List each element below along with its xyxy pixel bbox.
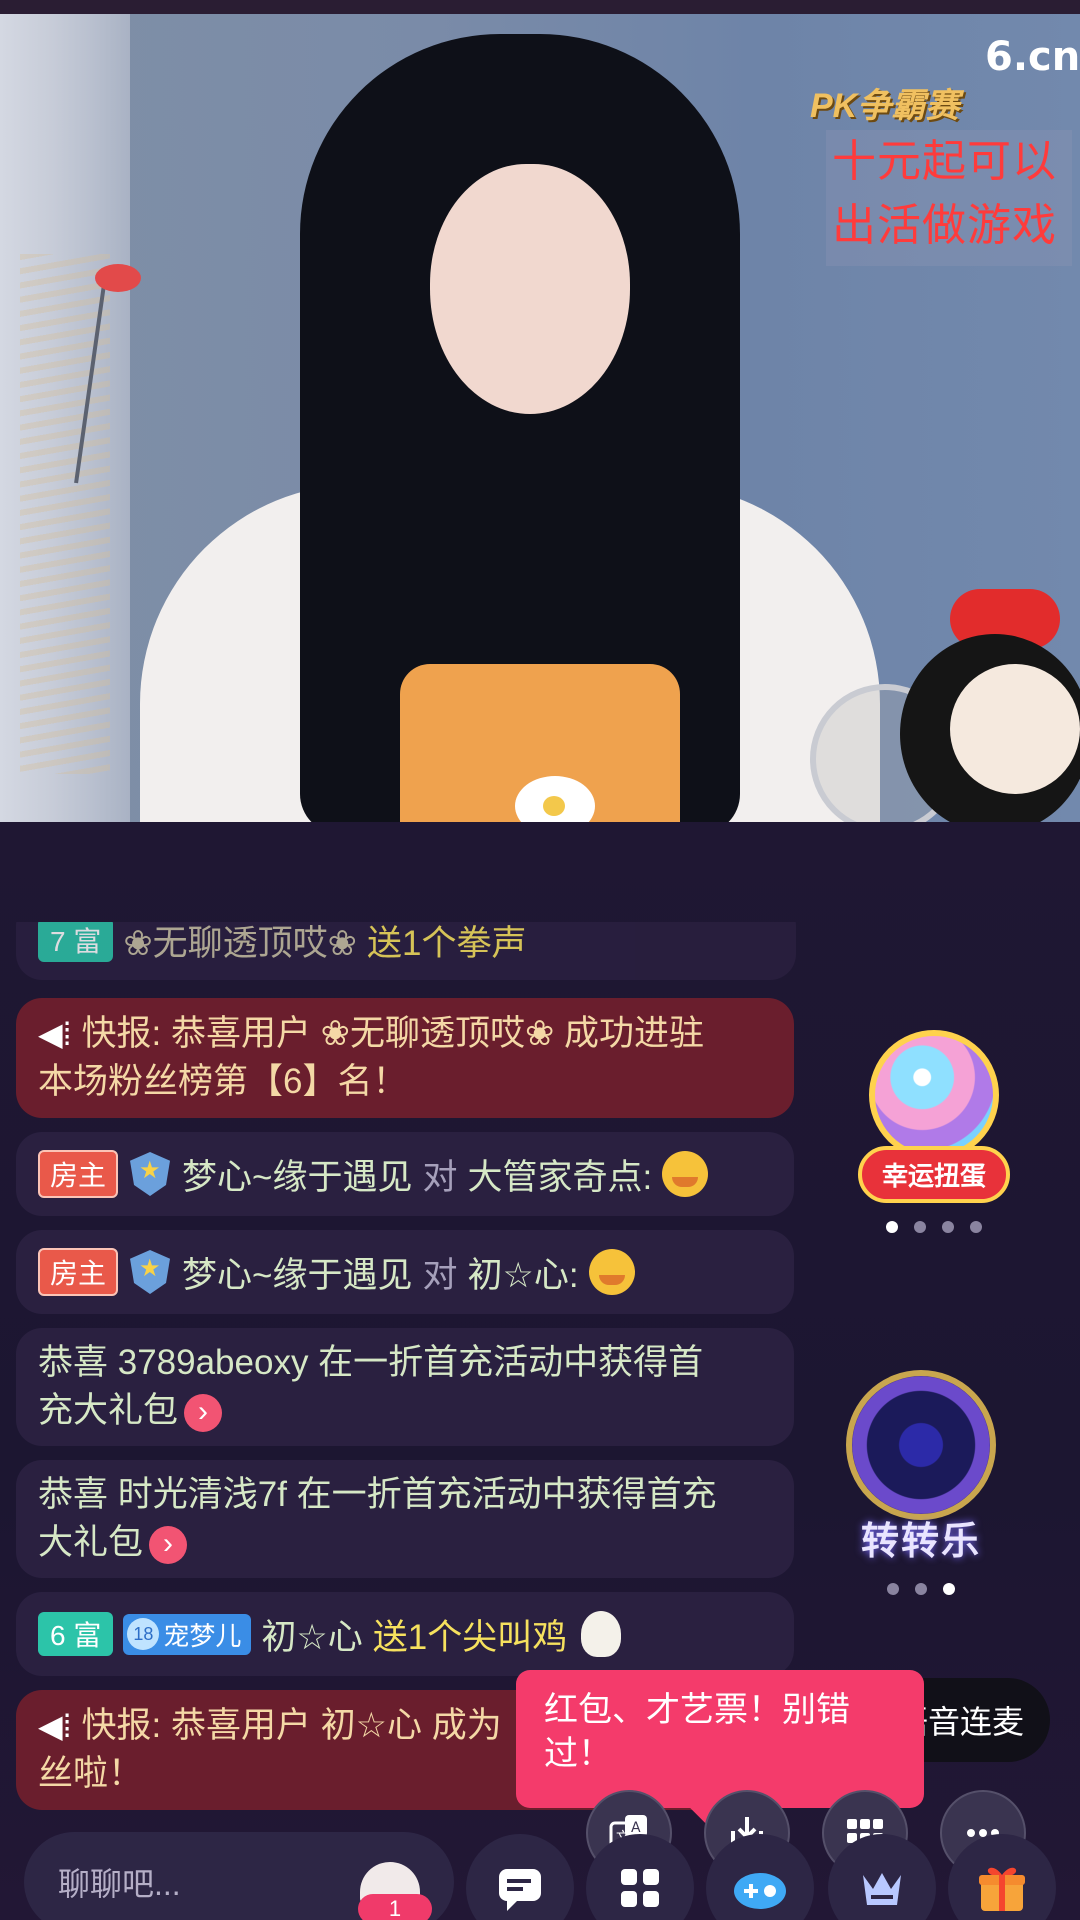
system-line-1: 恭喜 时光清浅7f 在一折首充活动中获得首充	[38, 1475, 717, 1514]
spin-wheel-widget[interactable]: 转转乐	[846, 1370, 996, 1595]
lucky-egg-widget[interactable]: 幸运扭蛋	[858, 1030, 1011, 1233]
host-tag: 房主	[38, 1248, 119, 1296]
faded-text: 送1个拳声	[367, 923, 527, 963]
rich-level-tag: 7 富	[38, 922, 114, 962]
spin-wheel-label: 转转乐	[860, 1521, 981, 1563]
system-line-1: 恭喜 3789abeoxy 在一折首充活动中获得首	[38, 1343, 704, 1382]
carousel-dots	[887, 1583, 955, 1595]
shield-badge-icon	[130, 1152, 171, 1196]
lucky-egg-label: 幸运扭蛋	[858, 1146, 1011, 1203]
live-video[interactable]: 6.cn PK争霸赛 十元起可以 出活做游戏	[0, 14, 1080, 822]
gift-user[interactable]: 初☆心	[261, 1609, 362, 1660]
alert-message: ◀︎⁞ 快报: 恭喜用户 ❀无聊透顶哎❀ 成功进驻 本场粉丝榜第【6】名！	[16, 998, 794, 1118]
chat-connector: 对	[422, 1255, 458, 1295]
gift-text: 送1个尖叫鸡	[372, 1617, 568, 1657]
plush-face	[950, 664, 1080, 794]
shy-emoji-icon	[588, 1249, 635, 1295]
gift-message: 6 富 18 宠梦儿 初☆心 送1个尖叫鸡	[16, 1592, 794, 1676]
chevron-right-icon[interactable]: ›	[149, 1525, 188, 1564]
gashapon-icon	[869, 1030, 999, 1160]
speaker-icon: ◀︎⁞	[38, 1708, 72, 1744]
alert-line-1: 快报: 恭喜用户 初☆心 成为	[81, 1706, 502, 1745]
system-message: 恭喜 时光清浅7f 在一折首充活动中获得首充 大礼包 ›	[16, 1460, 794, 1578]
alert-line-1: 快报: 恭喜用户 ❀无聊透顶哎❀ 成功进驻	[81, 1014, 705, 1053]
chicken-gift-icon	[581, 1611, 622, 1657]
promo-line-1: 十元起可以	[832, 137, 1057, 186]
alert-line-2: 本场粉丝榜第【6】名！	[38, 1062, 408, 1101]
faded-chat-message: 7 富 ❀无聊透顶哎❀ 送1个拳声	[16, 922, 796, 982]
chat-message: 房主 梦心~缘于遇见 对 初☆心:	[16, 1230, 794, 1314]
alert-line-2: 丝啦！	[38, 1754, 144, 1793]
chat-connector: 对	[422, 1157, 458, 1197]
faded-user: ❀无聊透顶哎❀	[123, 923, 358, 963]
system-line-2: 充大礼包	[38, 1391, 179, 1430]
pk-event-banner: PK争霸赛	[810, 87, 960, 125]
spin-wheel-icon	[846, 1370, 996, 1520]
chat-message: 房主 梦心~缘于遇见 对 大管家奇点:	[16, 1132, 794, 1216]
streamer-face	[430, 164, 630, 414]
rich-level-tag: 6 富	[38, 1612, 114, 1656]
site-logo: 6.cn	[985, 34, 1080, 80]
pet-level: 18	[127, 1618, 160, 1650]
curtain	[0, 14, 130, 822]
system-line-2: 大礼包	[38, 1523, 144, 1562]
lamp	[95, 264, 141, 292]
speaker-icon: ◀︎⁞	[38, 1016, 72, 1052]
chevron-right-icon[interactable]: ›	[184, 1393, 223, 1432]
system-message: 恭喜 3789abeoxy 在一折首充活动中获得首 充大礼包 ›	[16, 1328, 794, 1446]
pet-name: 宠梦儿	[163, 1620, 242, 1651]
top-strip	[0, 0, 1080, 14]
chat-user[interactable]: 梦心~缘于遇见	[182, 1247, 412, 1298]
chat-target[interactable]: 初☆心:	[467, 1247, 578, 1298]
shy-emoji-icon	[662, 1151, 709, 1197]
promo-line-2: 出活做游戏	[832, 201, 1057, 250]
promo-text-box: 十元起可以 出活做游戏	[826, 130, 1072, 266]
chat-user[interactable]: 梦心~缘于遇见	[182, 1149, 412, 1200]
pet-tag: 18 宠梦儿	[123, 1613, 252, 1655]
shield-badge-icon	[130, 1250, 171, 1294]
carousel-dots	[886, 1221, 982, 1233]
badge-count: 1	[358, 1894, 432, 1920]
chat-target[interactable]: 大管家奇点:	[467, 1149, 652, 1200]
promo-tooltip[interactable]: 红包、才艺票！别错过！	[516, 1670, 924, 1808]
host-tag: 房主	[38, 1150, 119, 1198]
